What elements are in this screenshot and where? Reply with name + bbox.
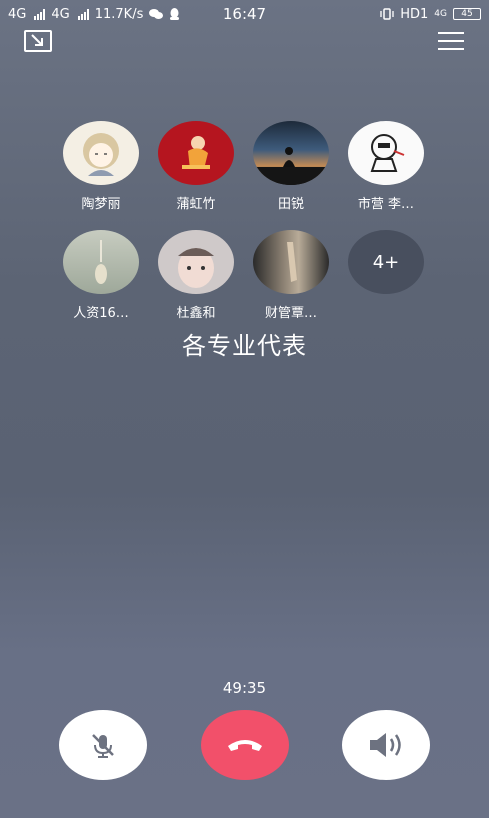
menu-icon-bar bbox=[438, 32, 464, 34]
minimize-button[interactable] bbox=[24, 30, 52, 52]
member-item[interactable]: 蒲虹竹 bbox=[158, 121, 234, 212]
more-members[interactable]: 4+ bbox=[348, 230, 424, 321]
shrink-arrow-icon bbox=[31, 34, 43, 46]
baby-photo-avatar bbox=[158, 230, 234, 294]
member-item[interactable]: 财管覃… bbox=[253, 230, 329, 321]
member-name: 田锐 bbox=[277, 197, 304, 212]
group-title: 各专业代表 bbox=[182, 332, 307, 360]
speaker-button[interactable] bbox=[342, 710, 430, 780]
cartoon-girl-avatar bbox=[63, 121, 139, 185]
member-name: 市营 李… bbox=[357, 197, 415, 212]
pale-figure-avatar bbox=[63, 230, 139, 294]
member-name: 蒲虹竹 bbox=[176, 197, 216, 212]
microphone-off-icon bbox=[92, 734, 114, 758]
member-item[interactable]: 陶梦丽 bbox=[63, 121, 139, 212]
speaker-icon bbox=[370, 733, 401, 757]
red-character-avatar bbox=[158, 121, 234, 185]
mute-button[interactable] bbox=[59, 710, 147, 780]
sunset-silhouette-avatar bbox=[253, 121, 329, 185]
clock: 16:47 bbox=[222, 5, 267, 23]
hand-photo-avatar bbox=[253, 230, 329, 294]
member-grid: 陶梦丽 蒲虹竹 田锐 市营 李… 人资16… 杜鑫和 财管覃… 4+ bbox=[63, 121, 425, 321]
call-duration: 49:35 bbox=[222, 679, 267, 697]
member-name: 陶梦丽 bbox=[81, 197, 121, 212]
hang-up-icon bbox=[228, 740, 262, 751]
menu-icon-bar bbox=[438, 48, 464, 50]
member-item[interactable]: 田锐 bbox=[253, 121, 329, 212]
member-item[interactable]: 市营 李… bbox=[348, 121, 424, 212]
more-count: 4+ bbox=[372, 251, 400, 273]
hang-up-button[interactable] bbox=[201, 710, 289, 780]
member-item[interactable]: 人资16… bbox=[63, 230, 139, 321]
member-name: 人资16… bbox=[73, 306, 129, 321]
menu-button[interactable] bbox=[438, 32, 464, 50]
sketch-cartoon-avatar bbox=[348, 121, 424, 185]
member-name: 杜鑫和 bbox=[176, 306, 216, 321]
more-members-button[interactable]: 4+ bbox=[348, 230, 424, 294]
member-item[interactable]: 杜鑫和 bbox=[158, 230, 234, 321]
menu-icon-bar bbox=[438, 40, 464, 42]
member-name: 财管覃… bbox=[264, 306, 317, 321]
